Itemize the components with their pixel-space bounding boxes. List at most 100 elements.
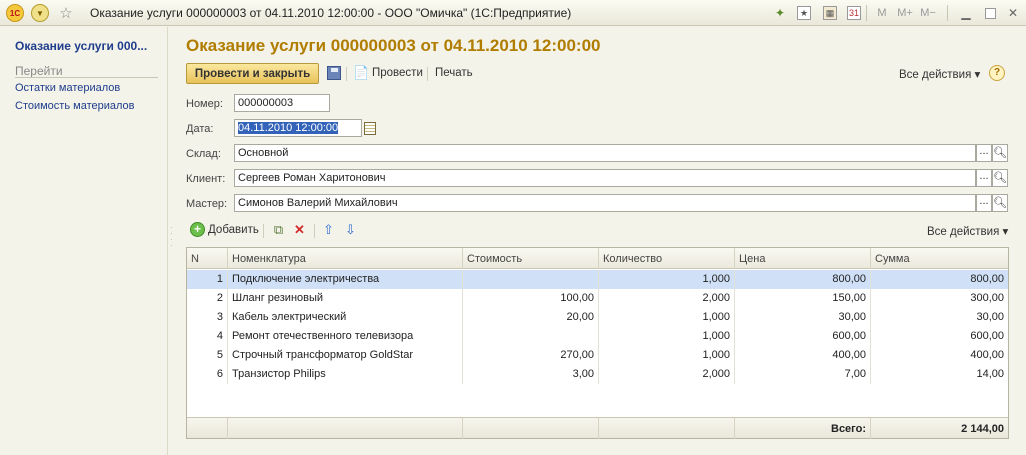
quantity-cell[interactable]: 2,000 (599, 365, 735, 384)
master-select-button[interactable]: ... (976, 194, 992, 212)
add-row-icon[interactable]: + (190, 222, 205, 237)
price-cell[interactable]: 600,00 (735, 327, 871, 346)
column-header-item[interactable]: Номенклатура (228, 248, 463, 269)
table-row[interactable]: 6 Транзистор Philips 3,00 2,000 7,00 14,… (187, 365, 1008, 384)
close-icon[interactable]: ✕ (1005, 4, 1021, 22)
delete-row-icon[interactable]: ✕ (292, 222, 307, 237)
app-logo-icon[interactable]: 1С (6, 4, 24, 22)
nav-link-material-cost[interactable]: Стоимость материалов (15, 100, 134, 112)
item-cell[interactable]: Кабель электрический (228, 308, 463, 327)
sum-cell[interactable]: 400,00 (871, 346, 1008, 365)
cost-cell[interactable]: 3,00 (463, 365, 599, 384)
add-to-favorites-icon[interactable]: ✦ (772, 4, 788, 22)
warehouse-select-button[interactable]: ... (976, 144, 992, 162)
calculator-icon[interactable]: ▦ (822, 4, 838, 22)
quantity-cell[interactable]: 1,000 (599, 270, 735, 289)
column-header-price[interactable]: Цена (735, 248, 871, 269)
master-field[interactable]: Симонов Валерий Михайлович (234, 194, 976, 212)
client-search-icon[interactable]: 🔍︎ (992, 169, 1008, 187)
maximize-icon[interactable] (982, 4, 998, 22)
toolbar-separator (866, 5, 867, 21)
client-select-button[interactable]: ... (976, 169, 992, 187)
table-all-actions-menu[interactable]: Все действия ▾ (927, 224, 1008, 238)
calendar-picker-icon[interactable] (364, 122, 376, 135)
table-row[interactable]: 3 Кабель электрический 20,00 1,000 30,00… (187, 308, 1008, 327)
date-field[interactable]: 04.11.2010 12:00:00 (234, 119, 362, 137)
cost-cell[interactable]: 100,00 (463, 289, 599, 308)
column-header-n[interactable]: N (187, 248, 228, 269)
dropdown-arrow-icon: ▾ (974, 69, 981, 81)
warehouse-field[interactable]: Основной (234, 144, 976, 162)
post-and-close-button[interactable]: Провести и закрыть (186, 63, 319, 84)
divider (15, 77, 158, 78)
price-cell[interactable]: 150,00 (735, 289, 871, 308)
print-button[interactable]: Печать (435, 67, 473, 79)
sum-cell[interactable]: 30,00 (871, 308, 1008, 327)
window-title: Оказание услуги 000000003 от 04.11.2010 … (90, 6, 572, 20)
post-document-icon[interactable]: 📄 (353, 65, 369, 80)
memory-plus-button[interactable]: M+ (895, 4, 915, 22)
memory-minus-button[interactable]: M− (918, 4, 938, 22)
warehouse-search-icon[interactable]: 🔍︎ (992, 144, 1008, 162)
table-row[interactable]: 5 Строчный трансформатор GoldStar 270,00… (187, 346, 1008, 365)
nav-panel-title[interactable]: Оказание услуги 000... (15, 39, 147, 53)
all-actions-menu[interactable]: Все действия ▾ (899, 67, 980, 81)
table-row[interactable]: 1 Подключение электричества 1,000 800,00… (187, 270, 1008, 289)
panel-resize-handle[interactable]: · · · · (170, 224, 174, 255)
item-cell[interactable]: Транзистор Philips (228, 365, 463, 384)
price-cell[interactable]: 30,00 (735, 308, 871, 327)
column-header-cost[interactable]: Стоимость (463, 248, 599, 269)
navigation-panel: Оказание услуги 000... Перейти Остатки м… (0, 27, 168, 455)
quantity-cell[interactable]: 1,000 (599, 327, 735, 346)
column-header-sum[interactable]: Сумма (871, 248, 1008, 269)
cost-cell[interactable]: 270,00 (463, 346, 599, 365)
save-icon[interactable] (327, 66, 341, 80)
table-row[interactable]: 4 Ремонт отечественного телевизора 1,000… (187, 327, 1008, 346)
price-cell[interactable]: 7,00 (735, 365, 871, 384)
quantity-cell[interactable]: 1,000 (599, 346, 735, 365)
client-field[interactable]: Сергеев Роман Харитонович (234, 169, 976, 187)
memory-button[interactable]: M (874, 4, 890, 22)
move-up-icon[interactable]: ⇧ (321, 222, 336, 237)
item-cell[interactable]: Ремонт отечественного телевизора (228, 327, 463, 346)
sum-cell[interactable]: 300,00 (871, 289, 1008, 308)
favorites-star-icon[interactable]: ☆ (57, 4, 75, 22)
sum-cell[interactable]: 14,00 (871, 365, 1008, 384)
client-label: Клиент: (186, 173, 226, 185)
all-actions-label: Все действия (899, 69, 972, 81)
copy-row-icon[interactable]: ⧉ (271, 222, 286, 237)
cost-cell[interactable] (463, 327, 599, 346)
add-row-button[interactable]: Добавить (208, 224, 259, 236)
table-row[interactable]: 2 Шланг резиновый 100,00 2,000 150,00 30… (187, 289, 1008, 308)
calendar-icon[interactable]: 31 (846, 4, 862, 22)
move-down-icon[interactable]: ⇩ (343, 222, 358, 237)
item-cell[interactable]: Шланг резиновый (228, 289, 463, 308)
number-field[interactable]: 000000003 (234, 94, 330, 112)
post-button[interactable]: Провести (372, 67, 423, 79)
services-table: N Номенклатура Стоимость Количество Цена… (186, 247, 1009, 439)
main-menu-icon[interactable]: ▼ (31, 4, 49, 22)
link-icon[interactable]: ★ (796, 4, 812, 22)
row-number: 1 (187, 270, 228, 289)
total-value: 2 144,00 (961, 423, 1004, 435)
page-title: Оказание услуги 000000003 от 04.11.2010 … (186, 36, 601, 55)
nav-section-heading: Перейти (15, 64, 63, 78)
sum-cell[interactable]: 600,00 (871, 327, 1008, 346)
quantity-cell[interactable]: 2,000 (599, 289, 735, 308)
column-header-quantity[interactable]: Количество (599, 248, 735, 269)
item-cell[interactable]: Подключение электричества (228, 270, 463, 289)
quantity-cell[interactable]: 1,000 (599, 308, 735, 327)
minimize-icon[interactable]: ▁ (958, 4, 974, 22)
sum-cell[interactable]: 800,00 (871, 270, 1008, 289)
help-icon[interactable]: ? (989, 65, 1005, 81)
nav-link-material-stock[interactable]: Остатки материалов (15, 82, 120, 94)
cost-cell[interactable]: 20,00 (463, 308, 599, 327)
price-cell[interactable]: 800,00 (735, 270, 871, 289)
toolbar-separator (314, 224, 315, 238)
cost-cell[interactable] (463, 270, 599, 289)
item-cell[interactable]: Строчный трансформатор GoldStar (228, 346, 463, 365)
price-cell[interactable]: 400,00 (735, 346, 871, 365)
row-number: 2 (187, 289, 228, 308)
master-search-icon[interactable]: 🔍︎ (992, 194, 1008, 212)
dropdown-arrow-icon: ▾ (1002, 226, 1009, 238)
